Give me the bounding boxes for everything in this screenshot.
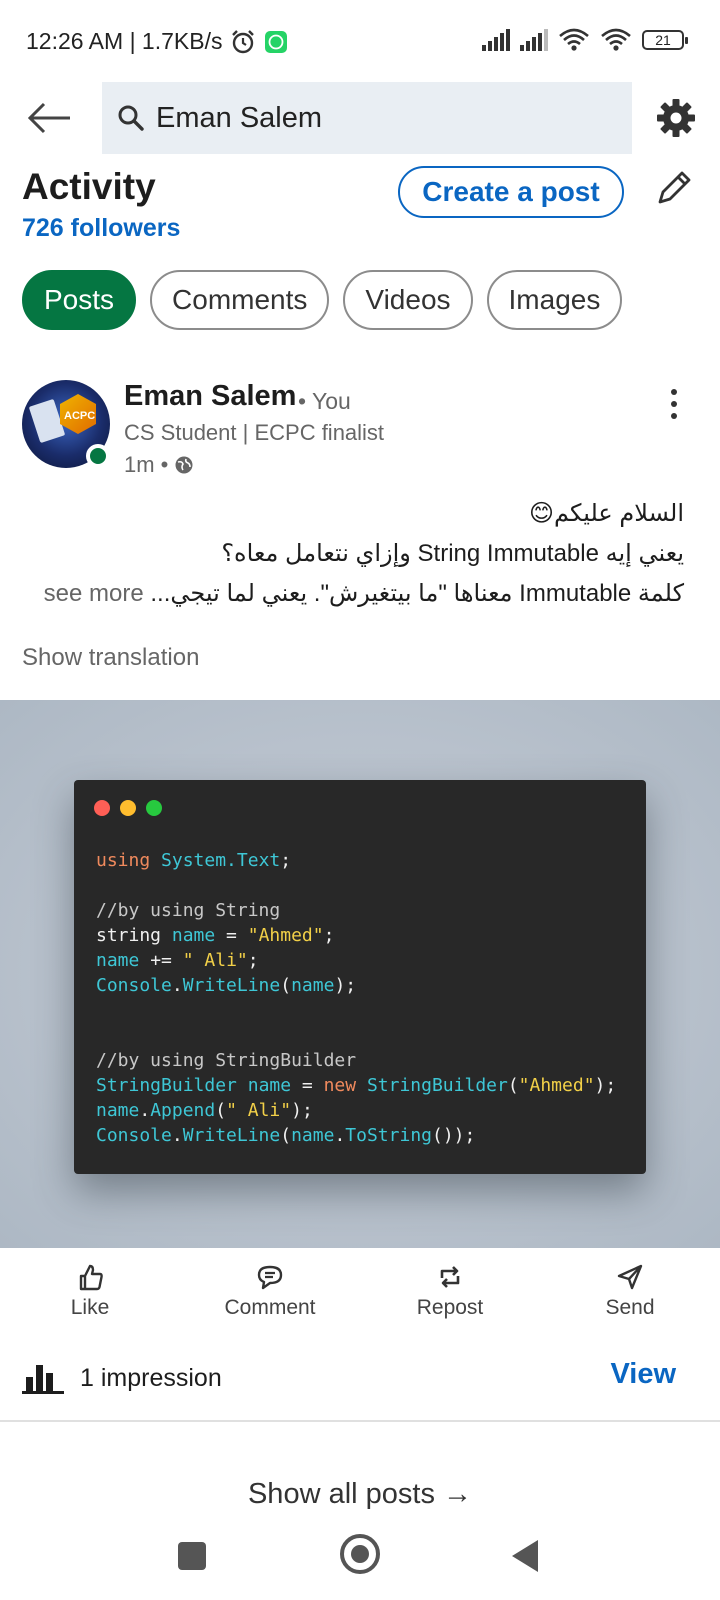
comment-button[interactable]: Comment: [180, 1252, 360, 1342]
battery-icon: 21: [642, 30, 688, 50]
like-button[interactable]: Like: [0, 1252, 180, 1342]
status-time: 12:26 AM | 1.7KB/s: [26, 28, 223, 54]
post-actions: Like Comment Repost Send: [0, 1252, 720, 1342]
whatsapp-icon: [265, 30, 288, 53]
repost-icon: [440, 1266, 460, 1288]
back-button[interactable]: [26, 98, 72, 138]
window-dot-red: [94, 800, 110, 816]
show-translation-link[interactable]: Show translation: [22, 644, 199, 672]
see-more-link[interactable]: see more: [44, 580, 144, 607]
tab-posts[interactable]: Posts: [22, 270, 137, 330]
window-dots: [94, 800, 162, 816]
wifi-icon: [601, 28, 631, 51]
edit-button[interactable]: [654, 168, 698, 212]
post-text: السلام عليكم😊 يعني إيه String Immutable …: [24, 494, 684, 614]
more-options-button[interactable]: [664, 384, 684, 424]
post-text-line: السلام عليكم😊: [529, 500, 684, 527]
bar-chart-icon: [22, 1365, 64, 1394]
online-status-dot: [86, 444, 110, 468]
impressions-count: 1 impression: [80, 1363, 222, 1392]
search-value: Eman Salem: [156, 101, 323, 134]
comment-icon: [257, 1265, 283, 1290]
send-icon: [617, 1264, 643, 1290]
tab-comments[interactable]: Comments: [150, 270, 330, 330]
avatar-badge-shape: [28, 398, 66, 444]
signal-icon: [482, 29, 510, 51]
alarm-icon: [232, 29, 255, 53]
status-bar: 12:26 AM | 1.7KB/s 21: [0, 0, 720, 90]
post-image[interactable]: using System.Text; //by using String str…: [0, 700, 720, 1248]
system-back-button[interactable]: [512, 1540, 538, 1572]
like-label: Like: [70, 1296, 110, 1319]
author-headline: CS Student | ECPC finalist: [124, 420, 385, 445]
filter-tabs: Posts Comments Videos Images: [22, 270, 623, 330]
search-input[interactable]: Eman Salem: [102, 82, 632, 154]
send-label: Send: [605, 1296, 655, 1319]
recent-apps-button[interactable]: [178, 1542, 206, 1570]
window-dot-yellow: [120, 800, 136, 816]
wifi-icon: [559, 28, 589, 51]
post-text-line: يعني إيه String Immutable وإزاي نتعامل م…: [221, 540, 684, 567]
code-card: using System.Text; //by using String str…: [74, 780, 646, 1174]
show-all-posts-link[interactable]: Show all posts →: [0, 1478, 720, 1511]
globe-icon: [175, 456, 193, 474]
gear-icon: [657, 99, 695, 137]
send-button[interactable]: Send: [540, 1252, 720, 1342]
status-right: 21: [482, 28, 688, 52]
top-bar: Eman Salem: [0, 80, 720, 156]
tab-videos[interactable]: Videos: [343, 270, 473, 330]
create-post-button[interactable]: Create a post: [398, 166, 624, 218]
post-time-text: 1m •: [124, 452, 169, 477]
status-left: 12:26 AM | 1.7KB/s: [26, 28, 288, 55]
comment-label: Comment: [224, 1296, 316, 1319]
arrow-left-icon: [27, 102, 70, 134]
impressions-row: 1 impression View: [22, 1356, 698, 1400]
thumbs-up-icon: [79, 1264, 103, 1291]
post-time: 1m •: [124, 452, 194, 478]
signal-icon: [520, 29, 548, 51]
settings-button[interactable]: [654, 96, 698, 140]
divider: [0, 1420, 720, 1422]
followers-link[interactable]: 726 followers: [22, 214, 180, 243]
battery-level: 21: [655, 32, 671, 48]
author-you-label: • You: [298, 388, 351, 414]
more-vertical-icon: [671, 389, 677, 419]
system-nav-bar: [0, 1510, 720, 1600]
author-name[interactable]: Eman Salem: [124, 380, 296, 413]
pencil-icon: [658, 171, 691, 204]
window-dot-green: [146, 800, 162, 816]
repost-button[interactable]: Repost: [360, 1252, 540, 1342]
post-text-line: كلمة Immutable معناها "ما بيتغيرش". يعني…: [150, 580, 684, 607]
view-analytics-link[interactable]: View: [610, 1358, 676, 1391]
page-title: Activity: [22, 166, 156, 207]
search-icon: [118, 105, 144, 131]
tab-images[interactable]: Images: [486, 270, 623, 330]
avatar-logo-text: ACPC: [64, 410, 96, 422]
repost-label: Repost: [416, 1296, 484, 1319]
post-text-line-last: see more كلمة Immutable معناها "ما بيتغي…: [24, 574, 684, 614]
home-button[interactable]: [340, 1534, 380, 1574]
code-block: using System.Text; //by using String str…: [96, 850, 617, 1146]
